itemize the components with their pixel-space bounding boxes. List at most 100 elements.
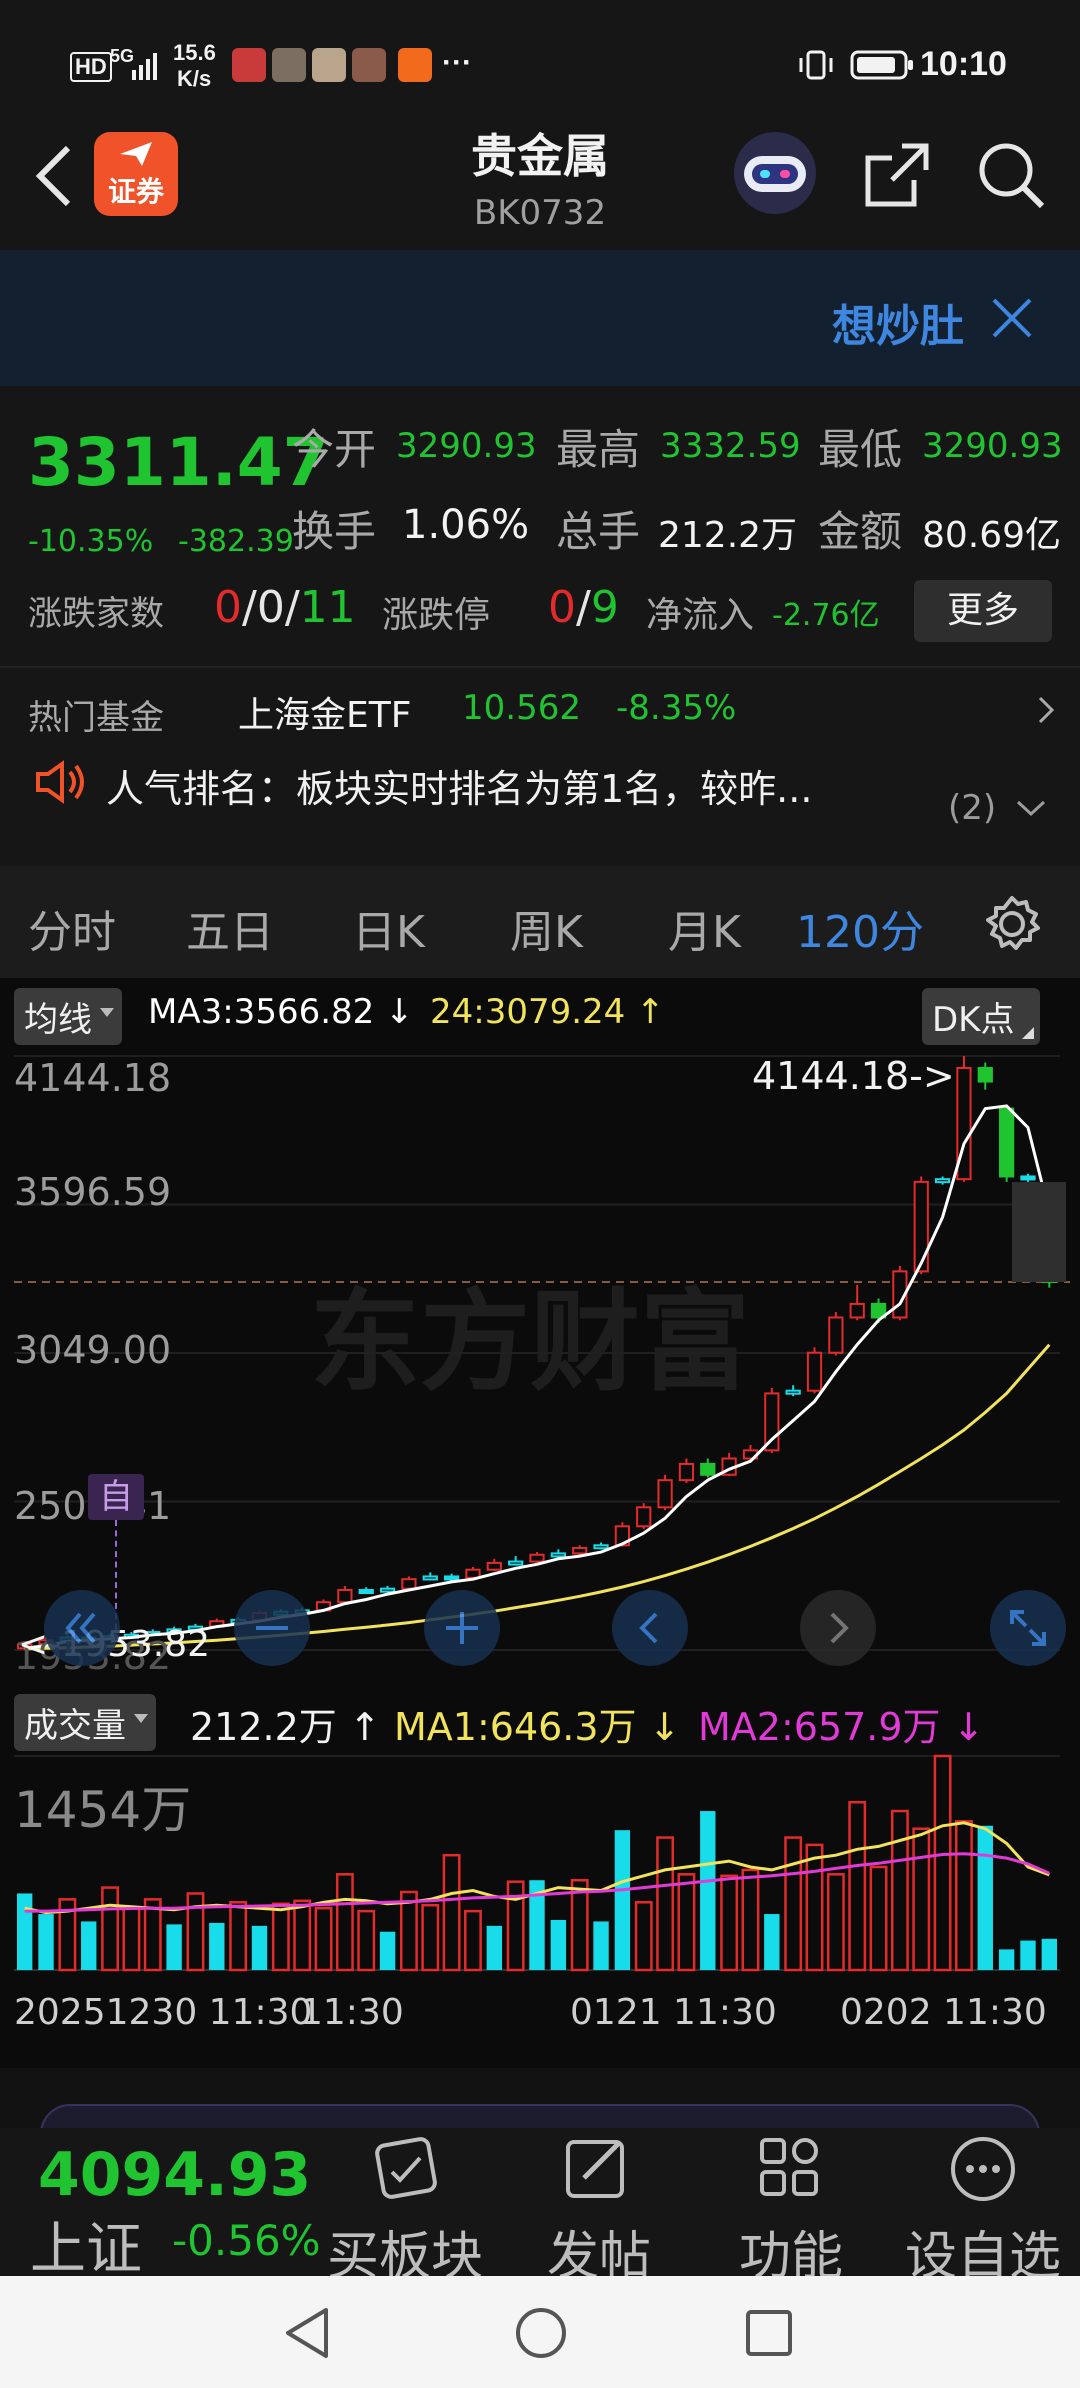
- volume-bar: [421, 1903, 440, 1972]
- volume-bar: [912, 1827, 931, 1972]
- home-nav-icon[interactable]: [514, 2306, 568, 2360]
- volume-bar: [209, 1922, 225, 1970]
- tab-weekly-k[interactable]: 周K: [510, 896, 583, 960]
- volume-bar: [357, 1909, 376, 1972]
- tab-daily-k[interactable]: 日K: [352, 896, 425, 960]
- ma3-value: MA3:3566.82: [148, 992, 375, 1032]
- volume-bar: [656, 1836, 675, 1972]
- candle-body: [358, 1589, 374, 1595]
- volume-bar: [593, 1921, 609, 1970]
- updown-label: 涨跌家数: [28, 594, 164, 634]
- candle-body: [913, 1180, 929, 1273]
- volume-bar: [38, 1914, 54, 1970]
- popularity-rank-text[interactable]: 人气排名：板块实时排名为第1名，较昨...: [106, 758, 812, 813]
- banner-text: 想炒肚: [832, 301, 964, 352]
- volume-bar: [977, 1825, 993, 1970]
- volume-bar: [1041, 1938, 1058, 1970]
- more-dots-icon: [951, 2137, 1015, 2201]
- scroll-thumb[interactable]: [1012, 1182, 1066, 1282]
- dk-point-label: DK点: [932, 1000, 1015, 1040]
- volume-selector[interactable]: 成交量: [14, 1694, 156, 1751]
- amount-label: 金额: [818, 507, 903, 556]
- volume-bar: [720, 1874, 739, 1972]
- volume-legend: 212.2万 ↑: [190, 1696, 381, 1751]
- zoom-out-button[interactable]: [234, 1590, 310, 1666]
- tab-intraday[interactable]: 分时: [28, 896, 116, 960]
- quote-panel: 3311.47 -10.35% -382.39 今开 3290.93 最高 33…: [0, 386, 1080, 866]
- watermark: 东方财富: [310, 1278, 750, 1406]
- volume-bar: [700, 1811, 716, 1970]
- search-icon[interactable]: [976, 140, 1046, 210]
- vibrate-icon: [799, 50, 833, 80]
- change-percent: -10.35%: [28, 524, 154, 559]
- vol-ma2-value: MA2:657.9万: [698, 1705, 941, 1749]
- index-value[interactable]: 4094.93: [38, 2140, 311, 2210]
- volume-bar: [805, 1843, 824, 1972]
- fund-name[interactable]: 上海金ETF: [238, 686, 411, 738]
- volume-bar: [890, 1809, 909, 1972]
- candle-body: [508, 1560, 524, 1566]
- vol-ma2-legend: MA2:657.9万 ↓: [698, 1696, 985, 1751]
- step-back-button[interactable]: [612, 1590, 688, 1666]
- volume-bar: [251, 1925, 268, 1970]
- volume-value: 212.2万: [658, 515, 798, 556]
- tab-monthly-k[interactable]: 月K: [668, 896, 741, 960]
- turnover-label: 换手: [292, 507, 377, 556]
- ma-selector[interactable]: 均线: [14, 988, 122, 1045]
- x-tick-4: 0202 11:30: [840, 1992, 1047, 2033]
- y-tick-2: 3596.59: [14, 1170, 172, 1214]
- fund-change: -8.35%: [616, 688, 737, 728]
- ma-selector-label: 均线: [24, 1000, 92, 1040]
- vol-ma1-legend: MA1:646.3万 ↓: [394, 1696, 681, 1751]
- open-label: 今开: [292, 425, 377, 474]
- dk-point-button[interactable]: DK点: [922, 988, 1041, 1045]
- step-forward-button[interactable]: [800, 1590, 876, 1666]
- gear-icon[interactable]: [982, 894, 1042, 954]
- tab-five-day[interactable]: 五日: [186, 896, 274, 960]
- down-count: 11: [299, 582, 356, 633]
- buy-sector-icon: [375, 2137, 437, 2199]
- volume-bar: [464, 1909, 482, 1972]
- candle-body: [764, 1392, 780, 1452]
- volume-bar: [869, 1865, 888, 1972]
- volume-bar: [379, 1931, 396, 1970]
- candle-body: [636, 1506, 652, 1528]
- vol-ma1-value: MA1:646.3万: [394, 1705, 637, 1749]
- close-icon[interactable]: [990, 296, 1034, 340]
- change-amount: -382.39: [178, 524, 294, 559]
- fullscreen-button[interactable]: [990, 1590, 1066, 1666]
- chevron-down-icon[interactable]: [1014, 798, 1048, 820]
- volume-bar: [229, 1901, 248, 1972]
- volume-bar: [933, 1754, 952, 1972]
- volume-bar: [166, 1924, 182, 1970]
- fast-back-button[interactable]: [44, 1590, 120, 1666]
- share-icon[interactable]: [862, 140, 932, 210]
- recents-nav-icon[interactable]: [744, 2308, 794, 2358]
- limit-down-count: 9: [590, 582, 619, 633]
- high-value: 3332.59: [660, 426, 801, 466]
- candle-body: [401, 1578, 417, 1590]
- notification-app-icon: [232, 48, 266, 82]
- notification-app-icon: [352, 48, 386, 82]
- candle-body: [977, 1066, 993, 1083]
- index-change: -0.56%: [172, 2216, 321, 2265]
- promo-banner[interactable]: 想炒肚: [0, 250, 1080, 386]
- open-value: 3290.93: [396, 426, 537, 466]
- candle-body: [700, 1462, 716, 1476]
- volume-bar: [826, 1873, 845, 1972]
- volume-bar: [1020, 1940, 1036, 1970]
- back-nav-icon[interactable]: [282, 2306, 332, 2360]
- volume-bar: [614, 1830, 631, 1970]
- robot-assistant-icon[interactable]: [734, 132, 816, 214]
- ma24-arrow: ↑: [636, 992, 665, 1032]
- chevron-right-icon[interactable]: [1036, 694, 1056, 726]
- zoom-in-button[interactable]: [424, 1590, 500, 1666]
- candle-body: [849, 1302, 865, 1319]
- tab-120min[interactable]: 120分: [796, 896, 924, 960]
- notification-app-icon: [398, 48, 432, 82]
- candle-body: [593, 1544, 609, 1550]
- candle-body: [337, 1589, 353, 1604]
- x-tick-3: 0121 11:30: [570, 1992, 777, 2033]
- more-button[interactable]: 更多: [914, 580, 1052, 642]
- auto-label[interactable]: 自: [88, 1474, 144, 1520]
